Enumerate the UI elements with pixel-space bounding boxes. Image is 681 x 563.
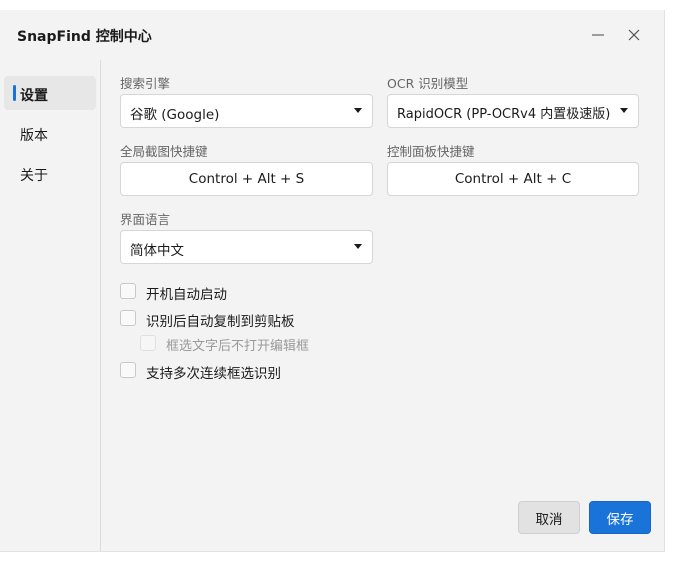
search-engine-select[interactable]: 谷歌 (Google) — [120, 94, 373, 128]
panel-hotkey-field[interactable]: Control + Alt + C — [387, 162, 639, 196]
sidebar-item-settings[interactable]: 设置 — [4, 76, 96, 110]
multi-select-label: 支持多次连续框选识别 — [146, 366, 281, 382]
save-button[interactable]: 保存 — [589, 501, 651, 534]
chevron-down-icon — [354, 244, 362, 249]
minimize-button[interactable] — [586, 23, 610, 47]
global-hotkey-field[interactable]: Control + Alt + S — [120, 162, 373, 196]
control-center-window: SnapFind 控制中心 设置 版本 关于 搜索引擎 谷歌 (Google) — [0, 10, 665, 552]
auto-copy-checkbox[interactable]: 识别后自动复制到剪贴板 — [120, 308, 360, 330]
search-engine-value: 谷歌 (Google) — [130, 107, 220, 123]
language-label: 界面语言 — [120, 212, 171, 227]
sidebar-item-about[interactable]: 关于 — [4, 156, 96, 190]
autostart-checkbox[interactable]: 开机自动启动 — [120, 281, 320, 303]
checkbox-box — [120, 362, 136, 378]
active-indicator — [13, 85, 16, 101]
checkbox-box — [120, 283, 136, 299]
settings-panel: 搜索引擎 谷歌 (Google) OCR 识别模型 RapidOCR (PP-O… — [101, 60, 664, 551]
multi-select-checkbox[interactable]: 支持多次连续框选识别 — [120, 360, 360, 382]
title-bar: SnapFind 控制中心 — [0, 10, 664, 60]
ocr-model-value: RapidOCR (PP-OCRv4 内置极速版) — [397, 107, 611, 122]
ocr-model-select[interactable]: RapidOCR (PP-OCRv4 内置极速版) — [387, 94, 639, 128]
sidebar-item-version[interactable]: 版本 — [4, 116, 96, 150]
sidebar-item-label: 关于 — [20, 168, 48, 184]
chevron-down-icon — [354, 108, 362, 113]
panel-hotkey-label: 控制面板快捷键 — [387, 144, 475, 159]
close-icon — [628, 29, 640, 41]
language-value: 简体中文 — [130, 243, 184, 259]
ocr-model-label: OCR 识别模型 — [387, 76, 469, 91]
auto-copy-label: 识别后自动复制到剪贴板 — [146, 314, 295, 330]
autostart-label: 开机自动启动 — [146, 287, 227, 303]
global-hotkey-label: 全局截图快捷键 — [120, 144, 208, 159]
language-select[interactable]: 简体中文 — [120, 230, 373, 264]
checkbox-box — [120, 310, 136, 326]
minimize-icon — [592, 34, 604, 36]
sidebar-nav: 设置 版本 关于 — [0, 60, 101, 551]
window-title: SnapFind 控制中心 — [17, 29, 152, 45]
no-editor-label: 框选文字后不打开编辑框 — [166, 339, 310, 354]
sidebar-item-label: 设置 — [20, 88, 48, 104]
checkbox-box — [140, 335, 156, 351]
close-button[interactable] — [622, 23, 646, 47]
no-editor-checkbox: 框选文字后不打开编辑框 — [140, 333, 380, 354]
cancel-button[interactable]: 取消 — [518, 501, 580, 534]
chevron-down-icon — [620, 108, 628, 113]
search-engine-label: 搜索引擎 — [120, 76, 171, 91]
sidebar-item-label: 版本 — [20, 128, 48, 144]
